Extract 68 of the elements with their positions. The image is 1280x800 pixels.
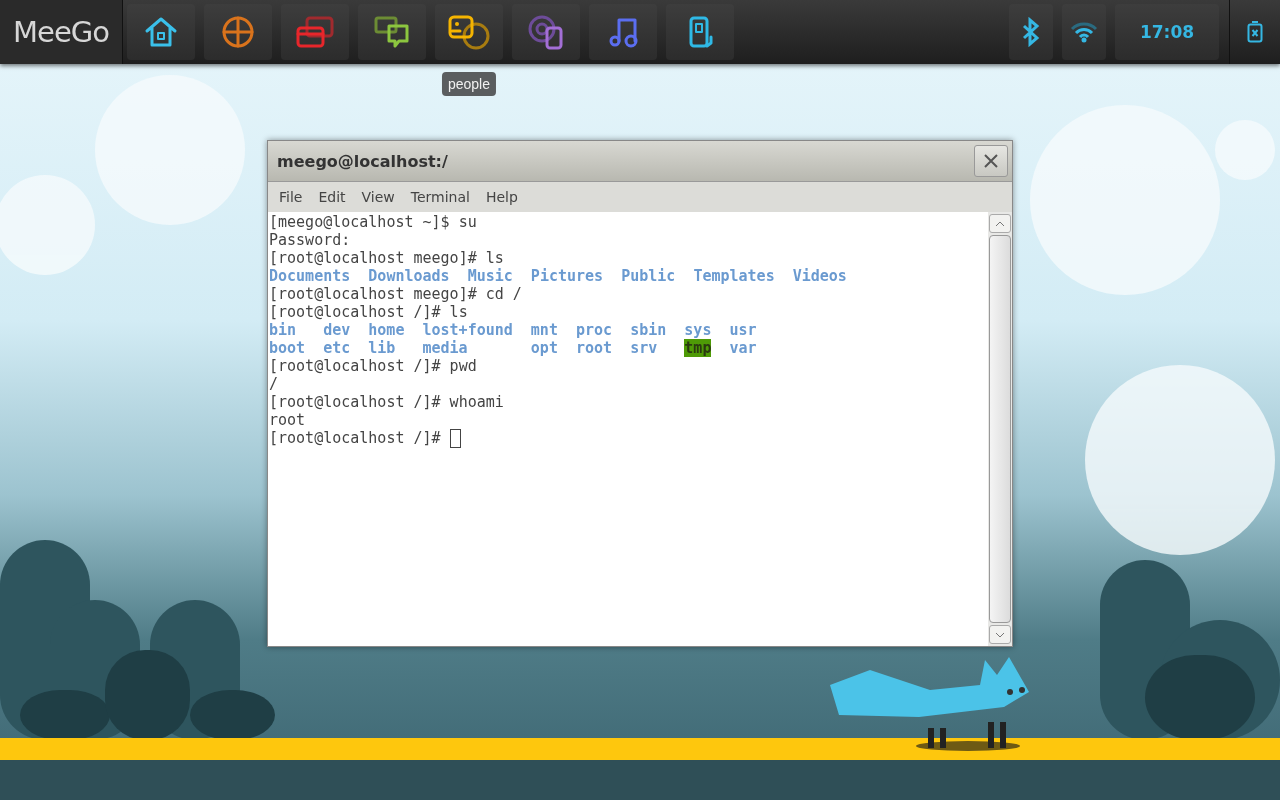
close-button[interactable] [974,145,1008,177]
faces-icon [447,14,491,50]
directory-name: proc [576,321,613,339]
directory-name: tmp [684,339,712,357]
chevron-down-icon [995,631,1005,638]
menu-item[interactable]: File [272,189,310,205]
directory-name: root [576,339,613,357]
close-icon [983,153,999,169]
terminal-line: / [269,375,280,393]
terminal-line: [root@localhost /]# pwd [269,357,478,375]
app-launcher-button[interactable] [127,4,195,60]
directory-name: sbin [630,321,667,339]
scrollbar-thumb[interactable] [989,235,1011,623]
camera-phone-icon [527,14,565,50]
directory-name: sys [684,321,712,339]
terminal-line: [root@localhost /]# [269,429,441,447]
terminal-line: [meego@localhost ~]$ su [269,213,478,231]
logo: MeeGo [0,0,123,64]
bluetooth-button[interactable] [1009,4,1053,60]
tooltip: people [442,72,496,96]
directory-name: mnt [530,321,558,339]
app-launcher-button[interactable] [666,4,734,60]
app-launcher-button[interactable] [358,4,426,60]
app-launcher-button[interactable] [281,4,349,60]
terminal-line: [root@localhost /]# whoami [269,393,505,411]
directory-name: lib [368,339,396,357]
directory-name: srv [630,339,658,357]
directory-name: dev [323,321,351,339]
app-launcher-button[interactable] [204,4,272,60]
directory-name: bin [269,321,297,339]
directory-name: Templates [693,267,775,285]
clock[interactable]: 17:08 [1115,4,1219,60]
directory-name: boot [269,339,306,357]
wifi-icon [1070,21,1098,43]
directory-name: Videos [792,267,847,285]
terminal-line: [root@localhost meego]# cd / [269,285,523,303]
terminal-line: [root@localhost /]# ls [269,303,469,321]
directory-name: media [422,339,468,357]
menu-item[interactable]: Terminal [403,189,477,205]
app-launcher-button[interactable] [512,4,580,60]
battery-icon[interactable] [1247,21,1263,43]
terminal-line: root [269,411,307,429]
menu-item[interactable]: View [354,189,402,205]
window-title: meego@localhost:/ [277,151,448,171]
terminal-line: [root@localhost meego]# ls [269,249,505,267]
terminal-line: Password: [269,231,352,249]
directory-name: home [368,321,405,339]
app-launcher-button[interactable] [589,4,657,60]
windows-icon [295,15,335,49]
directory-name: Public [621,267,676,285]
menu-item[interactable]: Help [478,189,525,205]
directory-name: lost+found [422,321,513,339]
quartered-circle-icon [221,15,255,49]
directory-name: Documents [269,267,351,285]
house-icon [144,15,178,49]
directory-name: Music [467,267,513,285]
directory-name: Pictures [530,267,604,285]
directory-name: Downloads [368,267,450,285]
directory-name: opt [530,339,558,357]
directory-name: etc [323,339,351,357]
directory-name: var [729,339,757,357]
chevron-up-icon [995,220,1005,227]
bluetooth-icon [1021,17,1041,47]
menu-item[interactable]: Edit [311,189,353,205]
wifi-button[interactable] [1062,4,1106,60]
directory-name: usr [729,321,757,339]
chat-bubbles-icon [373,15,411,49]
text-cursor [449,429,461,448]
